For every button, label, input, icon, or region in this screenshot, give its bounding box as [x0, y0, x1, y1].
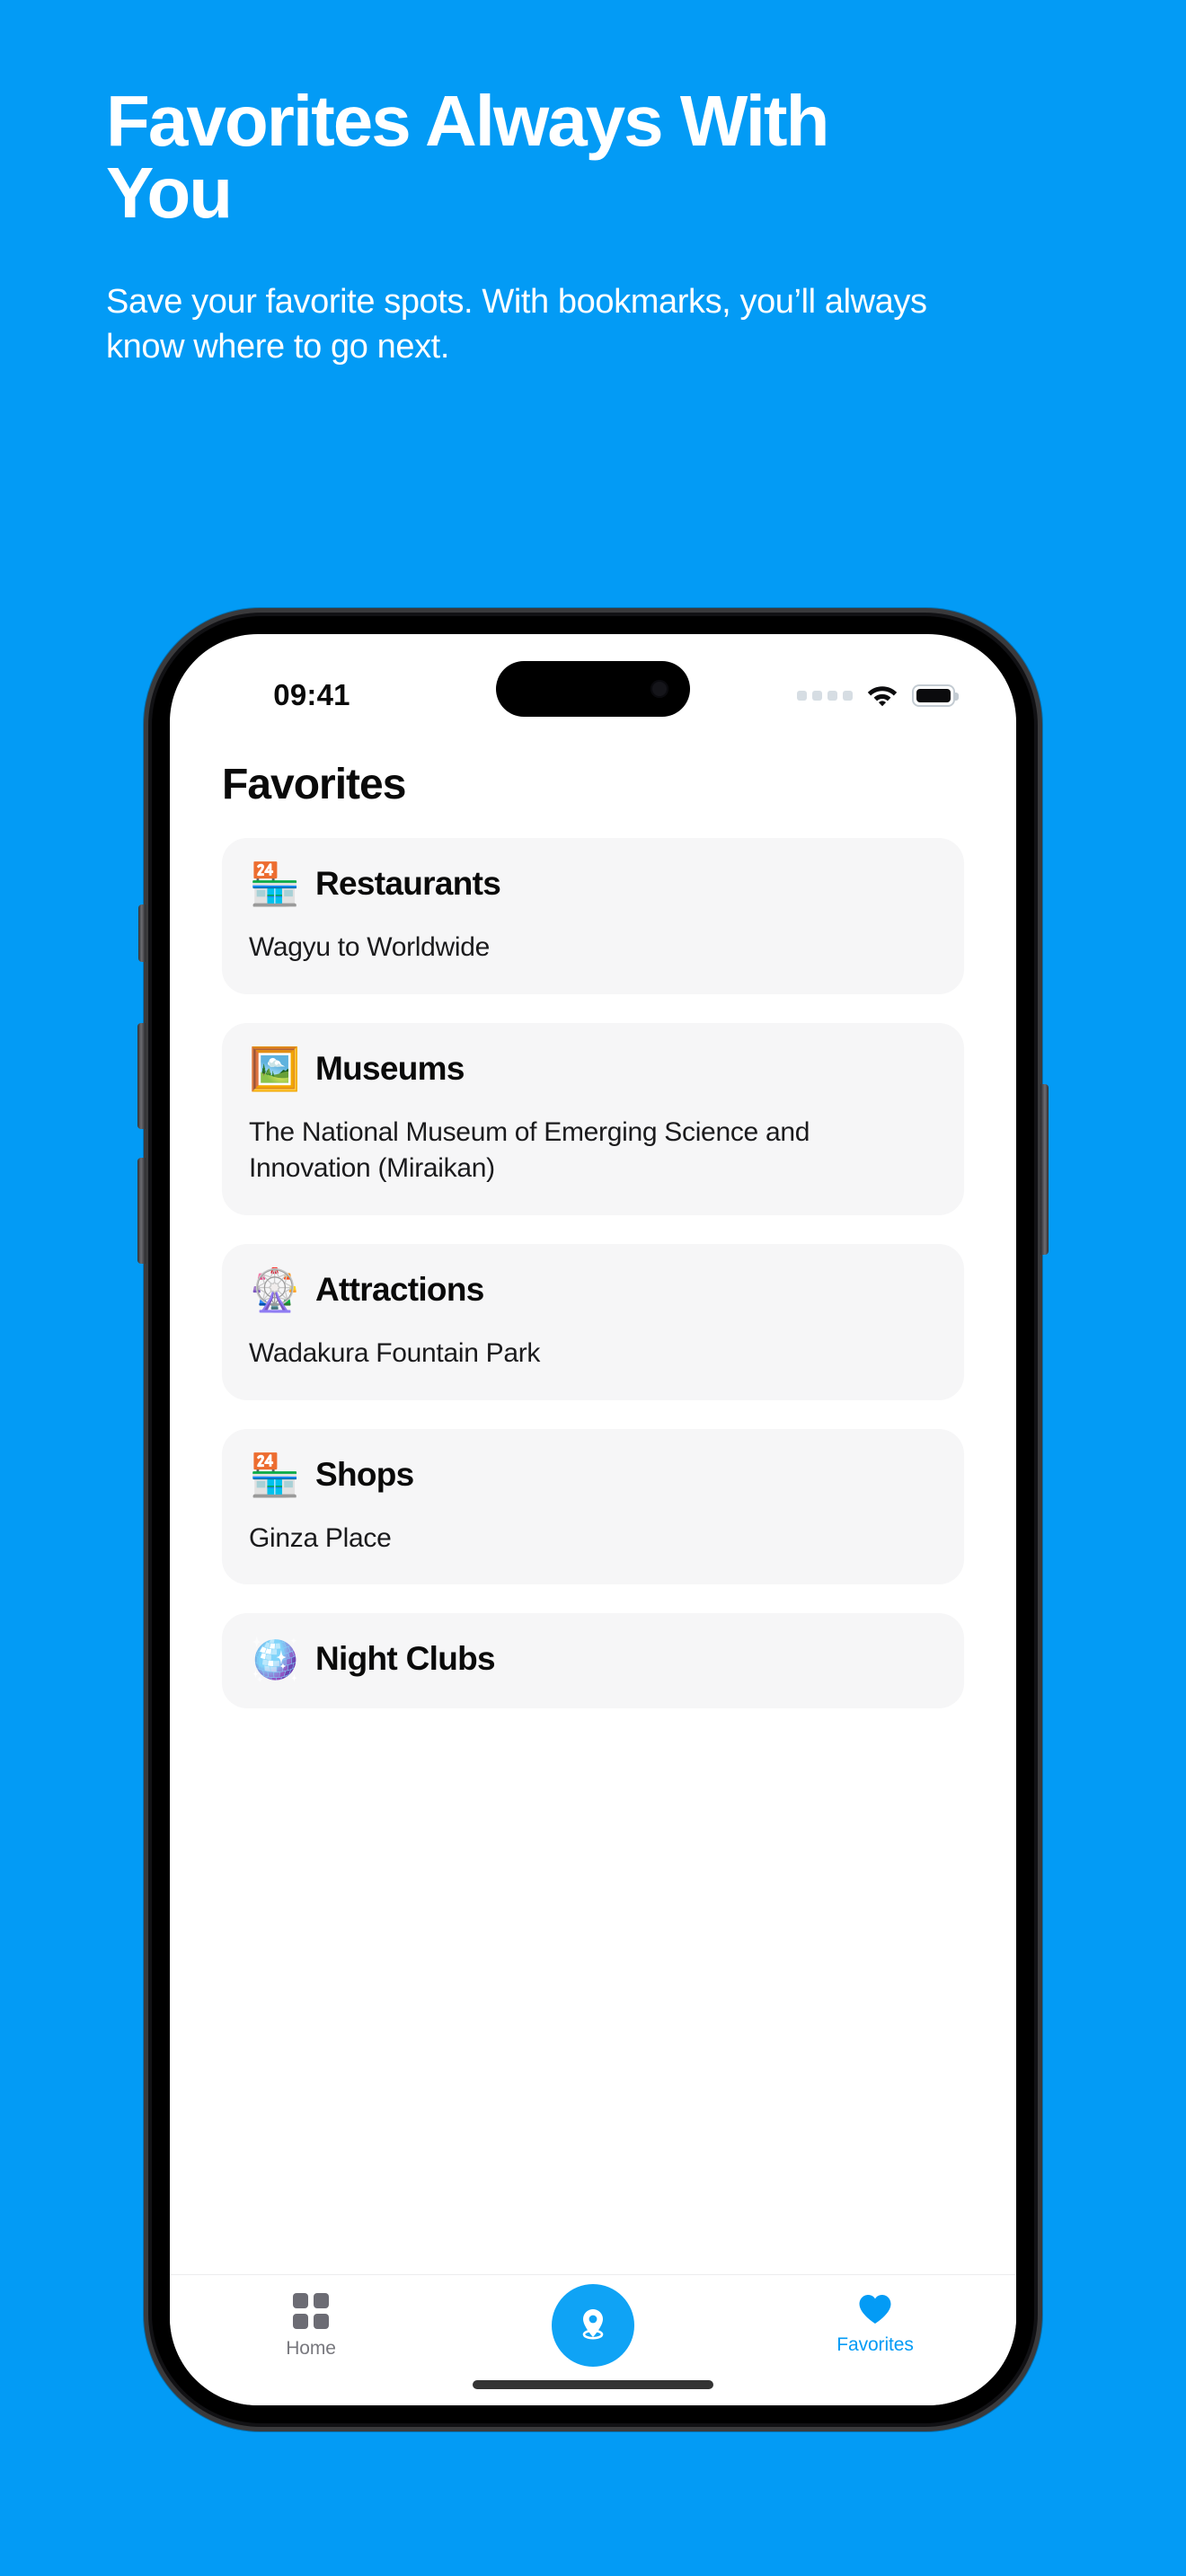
grid-icon — [293, 2293, 329, 2329]
page-title: Favorites — [222, 761, 406, 808]
favorites-card-attractions[interactable]: 🎡 Attractions Wadakura Fountain Park — [222, 1243, 964, 1400]
home-indicator[interactable] — [473, 2380, 713, 2389]
disco-ball-emoji: 🪩 — [249, 1635, 301, 1684]
tab-label: Home — [286, 2338, 336, 2359]
tab-explore[interactable] — [503, 2284, 683, 2376]
promo-subtitle: Save your favorite spots. With bookmarks… — [106, 283, 927, 366]
card-title: Restaurants — [315, 865, 501, 902]
volume-up-button[interactable] — [137, 1023, 146, 1129]
favorites-card-restaurants[interactable]: 🏪 Restaurants Wagyu to Worldwide — [222, 838, 964, 994]
shop-emoji: 🏪 — [249, 1450, 301, 1499]
tab-favorites[interactable]: Favorites — [785, 2293, 965, 2356]
promo-title: Favorites Always With You — [106, 81, 829, 233]
tab-home[interactable]: Home — [221, 2293, 401, 2360]
location-pin-icon — [582, 2309, 604, 2340]
ferris-wheel-emoji: 🎡 — [249, 1265, 301, 1314]
card-title: Night Clubs — [315, 1640, 496, 1678]
phone-mockup: 09:41 Favorites 🏪 Restaurants Wagyu to W… — [137, 608, 1049, 2431]
favorites-card-museums[interactable]: 🖼️ Museums The National Museum of Emergi… — [222, 1022, 964, 1215]
promo-block: Favorites Always With You Save your favo… — [106, 85, 1058, 369]
card-description: Wagyu to Worldwide — [249, 932, 491, 962]
location-fab-button[interactable] — [552, 2284, 634, 2367]
card-description: Wadakura Fountain Park — [249, 1337, 541, 1368]
favorites-screen: Favorites 🏪 Restaurants Wagyu to Worldwi… — [170, 634, 1016, 2405]
card-title: Attractions — [315, 1270, 484, 1308]
favorites-card-night-clubs[interactable]: 🪩 Night Clubs — [222, 1613, 964, 1709]
volume-down-button[interactable] — [137, 1158, 146, 1264]
museum-emoji: 🖼️ — [249, 1044, 301, 1093]
card-title: Museums — [315, 1049, 465, 1087]
card-description: The National Museum of Emerging Science … — [249, 1116, 810, 1183]
card-description: Ginza Place — [249, 1522, 392, 1553]
tab-label: Favorites — [836, 2334, 914, 2355]
restaurant-emoji: 🏪 — [249, 860, 301, 908]
card-title: Shops — [315, 1455, 414, 1493]
favorites-card-list[interactable]: 🏪 Restaurants Wagyu to Worldwide 🖼️ Muse… — [170, 838, 1016, 2223]
favorites-card-shops[interactable]: 🏪 Shops Ginza Place — [222, 1428, 964, 1585]
power-button[interactable] — [1040, 1084, 1049, 1255]
phone-screen: 09:41 Favorites 🏪 Restaurants Wagyu to W… — [170, 634, 1016, 2405]
heart-icon — [859, 2295, 891, 2324]
silent-switch-button[interactable] — [138, 904, 146, 962]
